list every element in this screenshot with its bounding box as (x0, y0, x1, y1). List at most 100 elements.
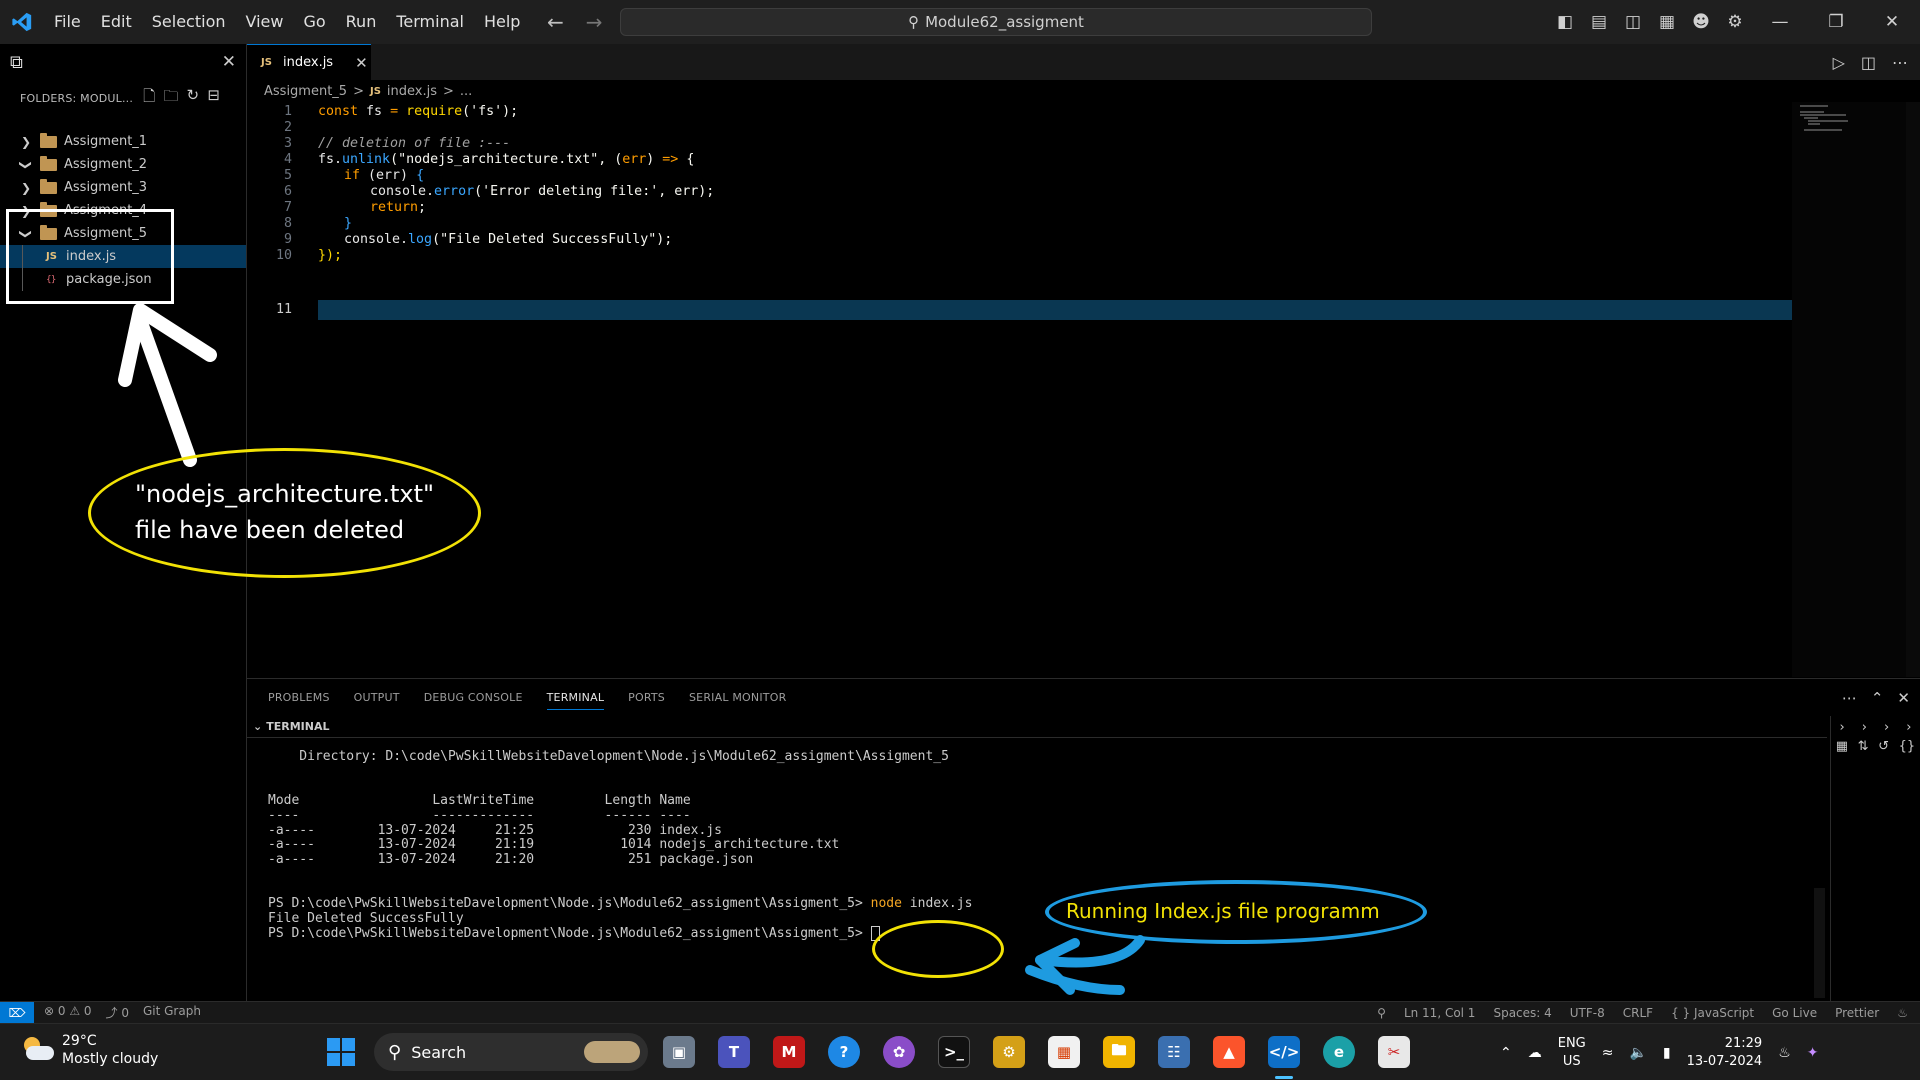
status-eol[interactable]: CRLF (1623, 1006, 1653, 1020)
menu-file[interactable]: File (44, 0, 91, 44)
microsoft-store-icon[interactable]: ▦ (1048, 1036, 1080, 1068)
menu-view[interactable]: View (236, 0, 294, 44)
split-editor-icon[interactable]: ◫ (1861, 53, 1876, 72)
chevron-up-icon[interactable]: ⌃ (1500, 1045, 1512, 1061)
arrow-left-icon[interactable]: ← (547, 10, 564, 34)
status-prettier[interactable]: Prettier (1835, 1006, 1879, 1020)
zoom-icon[interactable]: ⚲ (1377, 1006, 1386, 1020)
terminal-node-icon[interactable]: ⇅ (1858, 739, 1869, 754)
maximize-panel-icon[interactable]: ⌃ (1871, 689, 1884, 707)
new-folder-icon[interactable]: 🗀 (163, 86, 178, 111)
command-center-search[interactable]: ⚲ Module62_assigment (620, 8, 1372, 36)
bell-icon[interactable]: ♨ (1897, 1006, 1908, 1020)
edge-icon[interactable]: e (1323, 1036, 1355, 1068)
more-actions-icon[interactable]: ⋯ (1892, 53, 1908, 72)
weather-widget[interactable]: 29°C Mostly cloudy (20, 1032, 158, 1068)
more-actions-icon[interactable]: ⋯ (1842, 689, 1857, 707)
tool-app-icon[interactable]: ⚙ (993, 1036, 1025, 1068)
terminal-output[interactable]: Directory: D:\code\PwSkillWebsiteDavelop… (247, 738, 1825, 1002)
status-language[interactable]: { } JavaScript (1671, 1006, 1754, 1020)
refresh-icon[interactable]: ↻ (187, 86, 200, 111)
customize-layout-icon[interactable]: ▦ (1657, 12, 1677, 32)
minimap[interactable] (1792, 102, 1912, 677)
task-view-icon[interactable]: ▣ (663, 1036, 695, 1068)
language-indicator[interactable]: ENG US (1558, 1035, 1586, 1071)
wifi-icon[interactable]: ≈ (1602, 1045, 1614, 1061)
status-problems[interactable]: ⊗ 0 ⚠ 0 (44, 1004, 92, 1021)
close-tab-icon[interactable]: ✕ (355, 54, 368, 72)
vscode-taskbar-icon[interactable]: </> (1268, 1036, 1300, 1068)
tab-output[interactable]: OUTPUT (354, 691, 400, 704)
toggle-sidebar-icon[interactable]: ◧ (1555, 12, 1575, 32)
terminal-section-header[interactable]: ⌄ TERMINAL (247, 716, 1827, 738)
status-ports[interactable]: ⤴ 0 (106, 1004, 129, 1021)
terminal-braces-icon[interactable]: {} (1899, 739, 1916, 754)
tab-ports[interactable]: PORTS (628, 691, 665, 704)
teams-icon[interactable]: T (718, 1036, 750, 1068)
status-go-live[interactable]: Go Live (1772, 1006, 1817, 1020)
code-editor[interactable]: 1 const fs = require('fs'); 2 3 // delet… (247, 102, 1920, 677)
breadcrumb-file[interactable]: index.js (387, 84, 437, 99)
files-icon[interactable]: ⧉ (10, 52, 23, 73)
tree-folder-assigment-3[interactable]: ❯ Assigment_3 (0, 176, 246, 199)
close-window-icon[interactable]: ✕ (1864, 0, 1920, 44)
breadcrumb-folder[interactable]: Assigment_5 (264, 84, 347, 99)
terminal-powershell-icon[interactable]: ▦ (1836, 739, 1848, 754)
new-file-icon[interactable]: 🗋 (143, 86, 155, 111)
gear-icon[interactable]: ⚙ (1725, 12, 1745, 32)
toggle-panel-icon[interactable]: ▤ (1589, 12, 1609, 32)
mcafee-icon[interactable]: M (773, 1036, 805, 1068)
snipping-tool-icon[interactable]: ✂ (1378, 1036, 1410, 1068)
taskbar-search[interactable]: ⚲ Search (374, 1033, 648, 1071)
menu-edit[interactable]: Edit (91, 0, 142, 44)
menu-terminal[interactable]: Terminal (386, 0, 474, 44)
collapse-all-icon[interactable]: ⊟ (207, 86, 220, 111)
restore-icon[interactable]: ❐ (1808, 0, 1864, 44)
breadcrumb-symbol[interactable]: ... (460, 84, 472, 99)
status-indent[interactable]: Spaces: 4 (1493, 1006, 1551, 1020)
folders-header[interactable]: FOLDERS: MODUL... 🗋 🗀 ↻ ⊟ (0, 80, 246, 116)
browser-extension-icon[interactable]: ✿ (883, 1036, 915, 1068)
chevron-right-icon[interactable]: › (1862, 720, 1867, 735)
status-encoding[interactable]: UTF-8 (1570, 1006, 1605, 1020)
help-icon[interactable]: ? (828, 1036, 860, 1068)
clock[interactable]: 21:29 13-07-2024 (1687, 1035, 1763, 1071)
tab-debug-console[interactable]: DEBUG CONSOLE (424, 691, 523, 704)
chevron-right-icon[interactable]: › (1840, 720, 1845, 735)
menu-selection[interactable]: Selection (142, 0, 236, 44)
run-icon[interactable]: ▷ (1833, 53, 1845, 72)
tree-folder-assigment-1[interactable]: ❯ Assigment_1 (0, 130, 246, 153)
menu-go[interactable]: Go (293, 0, 335, 44)
minimize-icon[interactable]: — (1752, 0, 1808, 44)
arrow-right-icon[interactable]: → (586, 10, 603, 34)
copilot-icon[interactable]: ✦ (1807, 1045, 1819, 1061)
account-icon[interactable]: ☻ (1691, 12, 1711, 32)
remote-indicator-icon[interactable]: ⌦ (0, 1001, 34, 1024)
network-app-icon[interactable]: ☷ (1158, 1036, 1190, 1068)
tree-folder-assigment-2[interactable]: ❯ Assigment_2 (0, 153, 246, 176)
status-cursor-position[interactable]: Ln 11, Col 1 (1404, 1006, 1476, 1020)
tab-index-js[interactable]: JS index.js ✕ (247, 44, 371, 80)
terminal-history-icon[interactable]: ↺ (1878, 739, 1889, 754)
editor-scrollbar[interactable] (1906, 102, 1920, 677)
terminal-scrollbar[interactable] (1814, 888, 1825, 998)
tab-serial-monitor[interactable]: SERIAL MONITOR (689, 691, 786, 704)
volume-icon[interactable]: 🔈 (1629, 1045, 1646, 1061)
close-icon[interactable]: ✕ (222, 52, 236, 72)
status-git-graph[interactable]: Git Graph (143, 1004, 201, 1021)
notification-bell-icon[interactable]: ♨ (1778, 1045, 1791, 1061)
menu-run[interactable]: Run (336, 0, 387, 44)
close-panel-icon[interactable]: ✕ (1897, 689, 1910, 707)
file-explorer-icon[interactable]: 🖿 (1103, 1036, 1135, 1068)
menu-help[interactable]: Help (474, 0, 530, 44)
brave-icon[interactable]: ▲ (1213, 1036, 1245, 1068)
battery-icon[interactable]: ▮ (1663, 1045, 1671, 1061)
tab-problems[interactable]: PROBLEMS (268, 691, 330, 704)
windows-start-icon[interactable] (327, 1038, 355, 1066)
onedrive-icon[interactable]: ☁ (1528, 1045, 1542, 1061)
tab-terminal[interactable]: TERMINAL (546, 691, 605, 710)
chevron-right-icon[interactable]: › (1884, 720, 1889, 735)
toggle-secondary-sidebar-icon[interactable]: ◫ (1623, 12, 1643, 32)
chevron-right-icon[interactable]: › (1906, 720, 1911, 735)
terminal-app-icon[interactable]: >_ (938, 1036, 970, 1068)
